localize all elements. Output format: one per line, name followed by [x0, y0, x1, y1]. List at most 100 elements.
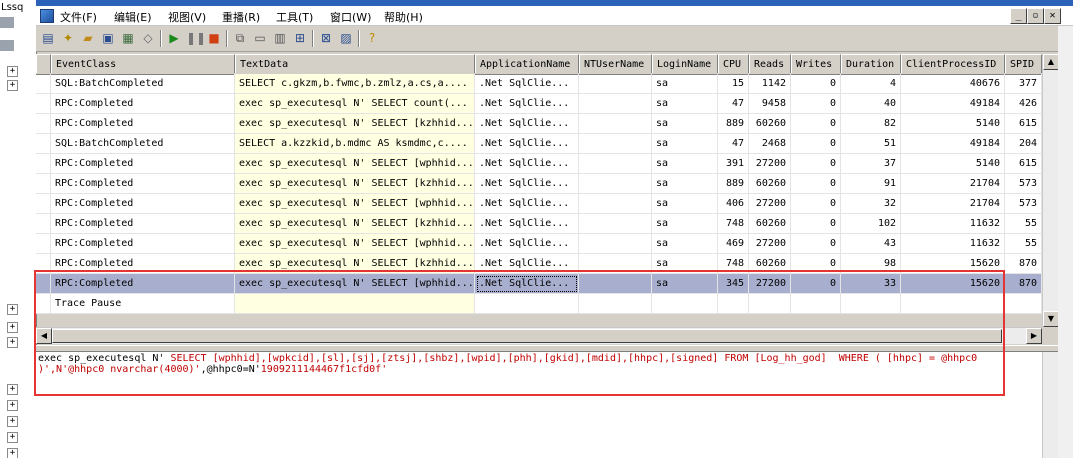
properties-icon[interactable]: ▤ [40, 30, 56, 46]
textdata-cell: exec sp_executesql N' SELECT [wphhid... [235, 194, 475, 214]
tree-expand-icon[interactable]: + [7, 337, 18, 348]
duration-cell: 32 [841, 194, 901, 214]
table-row[interactable]: SQL:BatchCompleted SELECT a.kzzkid,b.mdmc… [36, 134, 1042, 154]
loginname-cell: sa [652, 254, 718, 274]
row-indicator [36, 134, 51, 154]
reads-cell: 60260 [749, 214, 791, 234]
menu-view[interactable]: 视图(V) [168, 9, 206, 25]
save-icon[interactable]: ▣ [100, 30, 116, 46]
col-loginname[interactable]: LoginName [652, 54, 718, 73]
tile-icon[interactable]: ▭ [252, 30, 268, 46]
pane-splitter[interactable] [36, 345, 1073, 352]
table-row[interactable]: RPC:Completed exec sp_executesql N' SELEC… [36, 234, 1042, 254]
cpu-cell: 47 [718, 134, 749, 154]
menu-edit[interactable]: 编辑(E) [114, 9, 152, 25]
scroll-right-icon[interactable]: ▶ [1026, 328, 1042, 344]
spid-cell: 377 [1005, 74, 1042, 94]
col-writes[interactable]: Writes [791, 54, 841, 73]
writes-cell: 0 [791, 194, 841, 214]
duration-cell: 102 [841, 214, 901, 234]
detail-vertical-scrollbar[interactable] [1042, 352, 1059, 458]
tree-expand-icon[interactable]: + [7, 400, 18, 411]
ntusername-cell [579, 294, 652, 314]
row-indicator [36, 274, 51, 294]
applicationname-cell: .Net SqlClie... [475, 194, 579, 214]
clientprocessid-cell: 11632 [901, 214, 1005, 234]
table-row[interactable]: RPC:Completed exec sp_executesql N' SELEC… [36, 214, 1042, 234]
menu-replay[interactable]: 重播(R) [222, 9, 260, 25]
restore-button[interactable]: ▫ [1027, 8, 1044, 24]
grid-header: EventClass TextData ApplicationName NTUs… [36, 54, 1042, 75]
tree-expand-icon[interactable]: + [7, 322, 18, 333]
menu-help[interactable]: 帮助(H) [384, 9, 423, 25]
close-button[interactable]: ✕ [1044, 8, 1061, 24]
loginname-cell: sa [652, 94, 718, 114]
events-icon[interactable]: ▥ [272, 30, 288, 46]
col-applicationname[interactable]: ApplicationName [475, 54, 579, 73]
table-row[interactable]: RPC:Completed exec sp_executesql N' SELEC… [36, 254, 1042, 274]
tree-expand-icon[interactable]: + [7, 80, 18, 91]
pause-icon[interactable]: ❚❚ [186, 30, 206, 46]
sidebar-label: Lssq [1, 2, 24, 13]
open-icon[interactable]: ▰ [80, 30, 96, 46]
grid-horizontal-scrollbar[interactable]: ◀ ▶ [36, 327, 1042, 344]
tree-expand-icon[interactable]: + [7, 448, 18, 458]
tree-expand-icon[interactable]: + [7, 66, 18, 77]
table-row[interactable]: RPC:Completed exec sp_executesql N' SELEC… [36, 114, 1042, 134]
cascade-icon[interactable]: ⧉ [232, 30, 248, 46]
textdata-cell: exec sp_executesql N' SELECT [wphhid... [235, 234, 475, 254]
col-reads[interactable]: Reads [749, 54, 791, 73]
menu-tools[interactable]: 工具(T) [276, 9, 313, 25]
tree-expand-icon[interactable]: + [7, 416, 18, 427]
cpu-cell [718, 294, 749, 314]
textdata-cell: exec sp_executesql N' SELECT [kzhhid... [235, 114, 475, 134]
textdata-detail-pane[interactable]: exec sp_executesql N' SELECT [wphhid],[w… [36, 352, 1042, 458]
clientprocessid-cell: 40676 [901, 74, 1005, 94]
col-clientprocessid[interactable]: ClientProcessID [901, 54, 1005, 73]
col-spid[interactable]: SPID [1005, 54, 1042, 73]
eraser-icon[interactable]: ◇ [140, 30, 156, 46]
table-row[interactable]: SQL:BatchCompleted SELECT c.gkzm,b.fwmc,b… [36, 74, 1042, 94]
tree-expand-icon[interactable]: + [7, 384, 18, 395]
table-row[interactable]: RPC:Completed exec sp_executesql N' SELEC… [36, 194, 1042, 214]
new-trace-icon[interactable]: ✦ [60, 30, 76, 46]
ntusername-cell [579, 154, 652, 174]
ntusername-cell [579, 114, 652, 134]
help-icon[interactable]: ? [364, 30, 380, 46]
reads-cell: 2468 [749, 134, 791, 154]
table-row[interactable]: RPC:Completed exec sp_executesql N' SELEC… [36, 94, 1042, 114]
loginname-cell: sa [652, 134, 718, 154]
stop-icon[interactable]: ■ [206, 30, 222, 46]
eventclass-cell: SQL:BatchCompleted [51, 74, 235, 94]
table-row[interactable]: Trace Pause [36, 294, 1042, 314]
col-textdata[interactable]: TextData [235, 54, 475, 73]
scroll-up-icon[interactable]: ▲ [1043, 54, 1059, 70]
app-icon[interactable] [40, 9, 54, 23]
col-ntusername[interactable]: NTUserName [579, 54, 652, 73]
table-row[interactable]: RPC:Completed exec sp_executesql N' SELEC… [36, 274, 1042, 294]
scroll-down-icon[interactable]: ▼ [1043, 311, 1059, 327]
col-eventclass[interactable]: EventClass [51, 54, 235, 73]
col-cpu[interactable]: CPU [718, 54, 749, 73]
chart-icon[interactable]: ▨ [338, 30, 354, 46]
scroll-left-icon[interactable]: ◀ [36, 328, 52, 344]
clientprocessid-cell: 5140 [901, 154, 1005, 174]
detail-params: @hhpc0 nvarchar(4000)' [68, 364, 201, 375]
template-icon[interactable]: ▦ [120, 30, 136, 46]
run-icon[interactable]: ▶ [166, 30, 182, 46]
minimize-button[interactable]: _ [1010, 8, 1027, 24]
table-row[interactable]: RPC:Completed exec sp_executesql N' SELEC… [36, 154, 1042, 174]
filter-icon[interactable]: ⊞ [292, 30, 308, 46]
menu-window[interactable]: 窗口(W) [330, 9, 371, 25]
tree-expand-icon[interactable]: + [7, 432, 18, 443]
tree-expand-icon[interactable]: + [7, 304, 18, 315]
grid-vertical-scrollbar[interactable]: ▲ ▼ [1042, 54, 1059, 327]
duration-cell: 82 [841, 114, 901, 134]
col-duration[interactable]: Duration [841, 54, 901, 73]
table-row[interactable]: RPC:Completed exec sp_executesql N' SELEC… [36, 174, 1042, 194]
cpu-cell: 748 [718, 214, 749, 234]
clientprocessid-cell: 15620 [901, 254, 1005, 274]
menu-file[interactable]: 文件(F) [60, 9, 97, 25]
find-icon[interactable]: ⊠ [318, 30, 334, 46]
scroll-thumb[interactable] [52, 329, 1002, 343]
